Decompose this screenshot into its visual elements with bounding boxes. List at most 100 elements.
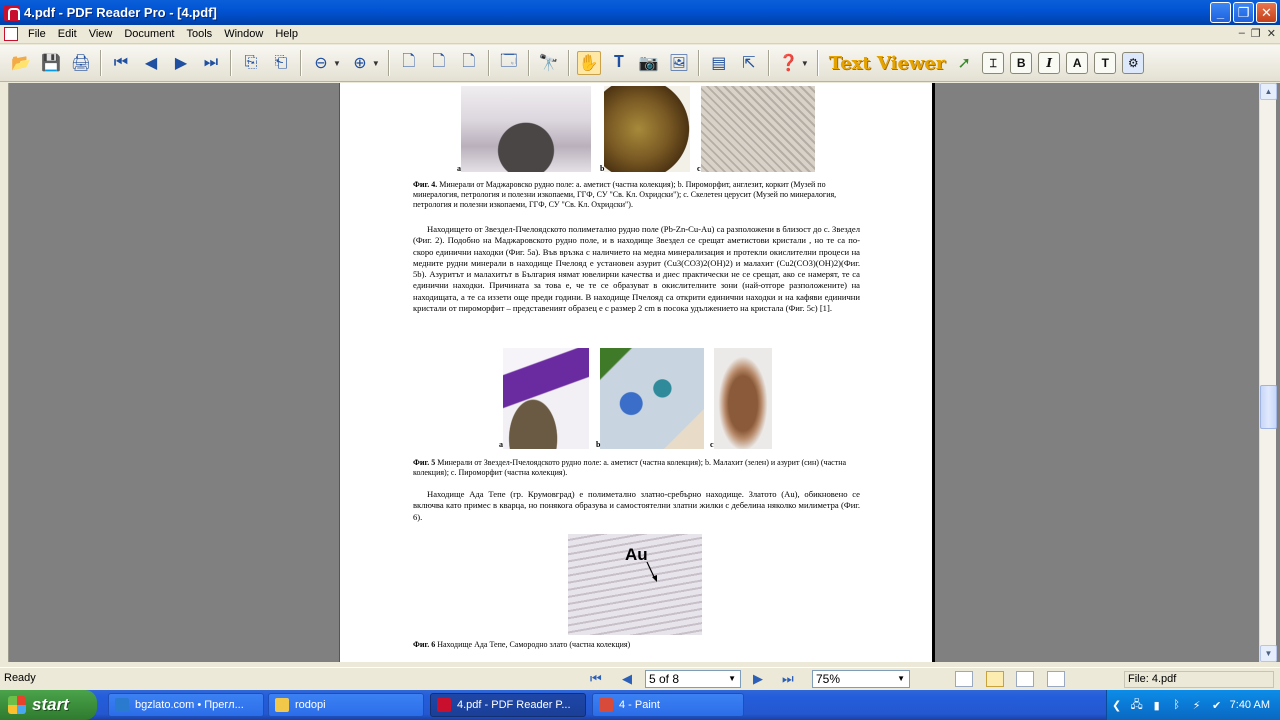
- select-text-icon[interactable]: 𝐓: [607, 51, 631, 75]
- scroll-down-icon[interactable]: ▼: [1260, 645, 1277, 662]
- actual-size-icon[interactable]: 🗋: [397, 51, 421, 75]
- zoom-out-icon[interactable]: ⊖: [309, 51, 333, 75]
- window-title: 4.pdf - PDF Reader Pro - [4.pdf]: [24, 5, 217, 20]
- zoom-in-dropdown-icon[interactable]: ▼: [372, 59, 380, 68]
- sidebar-toggle-icon[interactable]: ▤: [707, 51, 731, 75]
- minimize-button[interactable]: _: [1210, 2, 1231, 23]
- next-page-icon[interactable]: ▶: [169, 51, 193, 75]
- help-dropdown-icon[interactable]: ▼: [801, 59, 809, 68]
- signal-icon[interactable]: ▮: [1150, 698, 1164, 712]
- page-dropdown-icon[interactable]: ▼: [728, 674, 736, 683]
- zoom-dropdown-icon[interactable]: ▼: [897, 674, 905, 683]
- menu-tools[interactable]: Tools: [181, 28, 219, 40]
- maximize-button[interactable]: ❐: [1233, 2, 1254, 23]
- open-folder-icon[interactable]: 📂: [9, 51, 33, 75]
- continuous-facing-view-icon[interactable]: [1047, 671, 1065, 687]
- toolbar: 📂 💾 🖨 ⏮ ◀ ▶ ⏭ ⎘ ⎗ ⊖ ▼ ⊕ ▼ 🗋 🗋 🗋 🗔 🔭 ✋ 𝐓 …: [0, 45, 1280, 82]
- fit-page-icon[interactable]: 🗋: [427, 51, 451, 75]
- find-binoculars-icon[interactable]: 🔭: [537, 51, 561, 75]
- status-prev-page-icon[interactable]: ◀: [622, 671, 632, 687]
- scroll-thumb[interactable]: [1260, 385, 1277, 429]
- browser-icon: [115, 698, 129, 712]
- print-icon[interactable]: 🖨: [69, 51, 93, 75]
- single-page-view-icon[interactable]: [955, 671, 973, 687]
- font-button[interactable]: A: [1066, 52, 1089, 74]
- task-browser[interactable]: bgzlato.com • Прегл...: [108, 693, 264, 717]
- pdf-reader-icon: [437, 698, 451, 712]
- select-text-tool-icon[interactable]: ⌶: [982, 52, 1005, 74]
- tray-expand-icon[interactable]: ❮: [1110, 698, 1124, 712]
- pdf-page: a b c Фиг. 4. Минерали от Маджаровско ру…: [339, 83, 935, 662]
- doc-close-button[interactable]: ✕: [1267, 27, 1276, 40]
- text-viewer-arrow-icon[interactable]: ➚: [952, 51, 976, 75]
- pdf-app-icon: [4, 4, 20, 21]
- power-icon[interactable]: ⚡: [1190, 698, 1204, 712]
- close-button[interactable]: ✕: [1256, 2, 1277, 23]
- last-page-icon[interactable]: ⏭: [199, 51, 223, 75]
- status-next-page-icon[interactable]: ▶: [753, 671, 763, 687]
- menu-view[interactable]: View: [83, 28, 119, 40]
- properties-icon[interactable]: 🗔: [497, 51, 521, 75]
- menu-window[interactable]: Window: [218, 28, 269, 40]
- fig5a-image: [503, 348, 589, 449]
- clock[interactable]: 7:40 AM: [1230, 699, 1270, 711]
- fig5b-image: [600, 348, 704, 449]
- save-icon[interactable]: 💾: [39, 51, 63, 75]
- zoom-in-icon[interactable]: ⊕: [348, 51, 372, 75]
- select-image-icon[interactable]: 🖼: [667, 51, 691, 75]
- paragraph-zvezdel: Находището от Звездел-Пчелоядското полим…: [413, 224, 860, 314]
- taskbar: start bgzlato.com • Прегл... rodopi 4.pd…: [0, 690, 1280, 720]
- page-number-field[interactable]: 5 of 8 ▼: [645, 670, 741, 688]
- task-rodopi-folder[interactable]: rodopi: [268, 693, 424, 717]
- security-icon[interactable]: ✔: [1210, 698, 1224, 712]
- windows-flag-icon: [8, 696, 26, 714]
- snapshot-icon[interactable]: 📷: [637, 51, 661, 75]
- menu-edit[interactable]: Edit: [52, 28, 83, 40]
- help-icon[interactable]: ❓: [777, 51, 801, 75]
- task-pdf-reader[interactable]: 4.pdf - PDF Reader P...: [430, 693, 586, 717]
- facing-view-icon[interactable]: [1016, 671, 1034, 687]
- zoom-field[interactable]: 75% ▼: [812, 670, 910, 688]
- fig5b-label: b: [596, 440, 601, 449]
- export-icon[interactable]: ⇱: [737, 51, 761, 75]
- previous-page-icon[interactable]: ◀: [139, 51, 163, 75]
- fit-width-icon[interactable]: 🗋: [457, 51, 481, 75]
- fig5-caption: Фиг. 5 Минерали от Звездел-Пчелоядското …: [413, 458, 847, 477]
- scroll-up-icon[interactable]: ▲: [1260, 83, 1277, 100]
- rotate-right-icon[interactable]: ⎗: [269, 51, 293, 75]
- fig6-arrow-icon: [646, 561, 657, 582]
- document-icon: [4, 27, 18, 41]
- text-viewer-label[interactable]: Text Viewer: [829, 53, 945, 74]
- fig5c-label: c: [710, 440, 714, 449]
- italic-button[interactable]: I: [1038, 52, 1061, 74]
- start-button[interactable]: start: [0, 690, 97, 720]
- bold-button[interactable]: B: [1010, 52, 1033, 74]
- rotate-left-icon[interactable]: ⎘: [239, 51, 263, 75]
- text-button[interactable]: T: [1094, 52, 1117, 74]
- bluetooth-icon[interactable]: ᛒ: [1170, 698, 1184, 712]
- fig5c-image: [714, 348, 772, 449]
- fig4b-label: b: [600, 164, 605, 173]
- menu-file[interactable]: File: [22, 28, 52, 40]
- status-last-page-icon[interactable]: ⏭: [782, 671, 794, 687]
- network-icon[interactable]: 🖧: [1130, 698, 1144, 712]
- status-file-name: File: 4.pdf: [1124, 671, 1274, 688]
- vertical-scrollbar[interactable]: ▲ ▼: [1259, 83, 1277, 662]
- menu-document[interactable]: Document: [118, 28, 180, 40]
- doc-restore-button[interactable]: ❐: [1251, 27, 1261, 40]
- side-panel-collapsed[interactable]: [0, 83, 9, 662]
- first-page-icon[interactable]: ⏮: [109, 51, 133, 75]
- fig4b-image: [604, 86, 690, 172]
- status-ready: Ready: [4, 672, 36, 684]
- document-workspace: a b c Фиг. 4. Минерали от Маджаровско ру…: [0, 83, 1280, 662]
- settings-icon[interactable]: ⚙: [1122, 52, 1145, 74]
- zoom-out-dropdown-icon[interactable]: ▼: [333, 59, 341, 68]
- status-first-page-icon[interactable]: ⏮: [590, 671, 602, 687]
- fig4c-label: c: [697, 164, 701, 173]
- menu-help[interactable]: Help: [269, 28, 304, 40]
- doc-minimize-button[interactable]: –: [1239, 27, 1245, 40]
- paragraph-ada-tepe: Находище Ада Тепе (гр. Крумовград) е пол…: [413, 489, 860, 522]
- task-paint[interactable]: 4 - Paint: [592, 693, 744, 717]
- hand-tool-icon[interactable]: ✋: [576, 51, 601, 75]
- continuous-view-icon[interactable]: [986, 671, 1004, 687]
